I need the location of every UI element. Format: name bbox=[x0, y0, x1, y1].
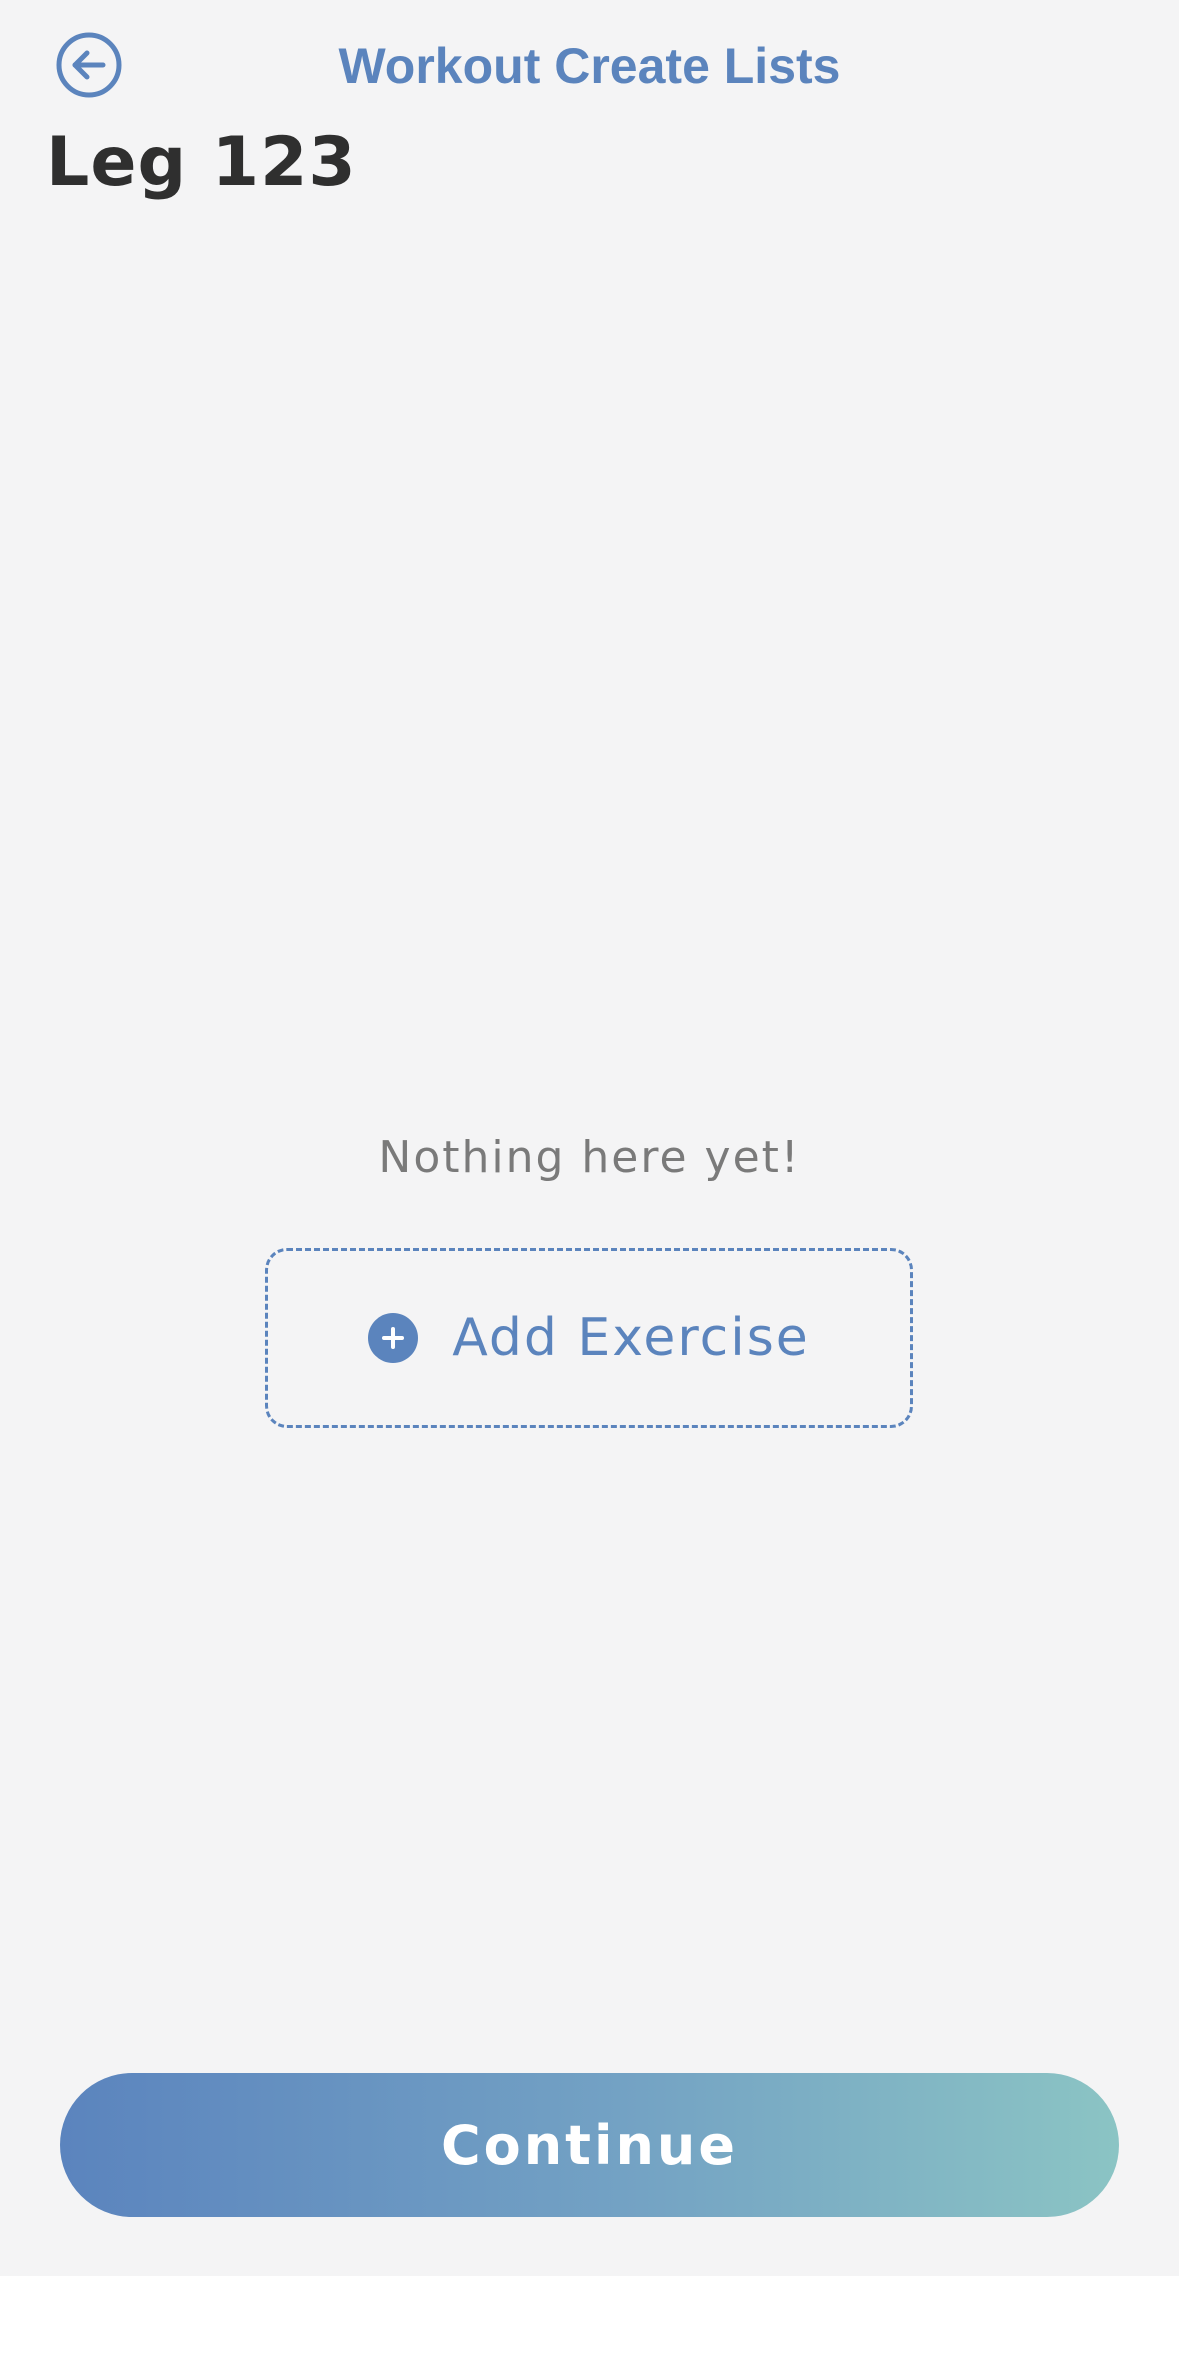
empty-state-message: Nothing here yet! bbox=[378, 1132, 801, 1183]
plus-circle-icon bbox=[368, 1313, 419, 1363]
workout-create-screen: Workout Create Lists Leg 123 Nothing her… bbox=[0, 0, 1179, 2276]
page-title: Leg 123 bbox=[46, 123, 357, 202]
nav-title: Workout Create Lists bbox=[338, 38, 841, 94]
continue-label: Continue bbox=[440, 2113, 738, 2177]
add-exercise-button[interactable]: Add Exercise bbox=[265, 1248, 913, 1428]
continue-button[interactable]: Continue bbox=[60, 2073, 1119, 2217]
add-exercise-label: Add Exercise bbox=[452, 1308, 810, 1368]
